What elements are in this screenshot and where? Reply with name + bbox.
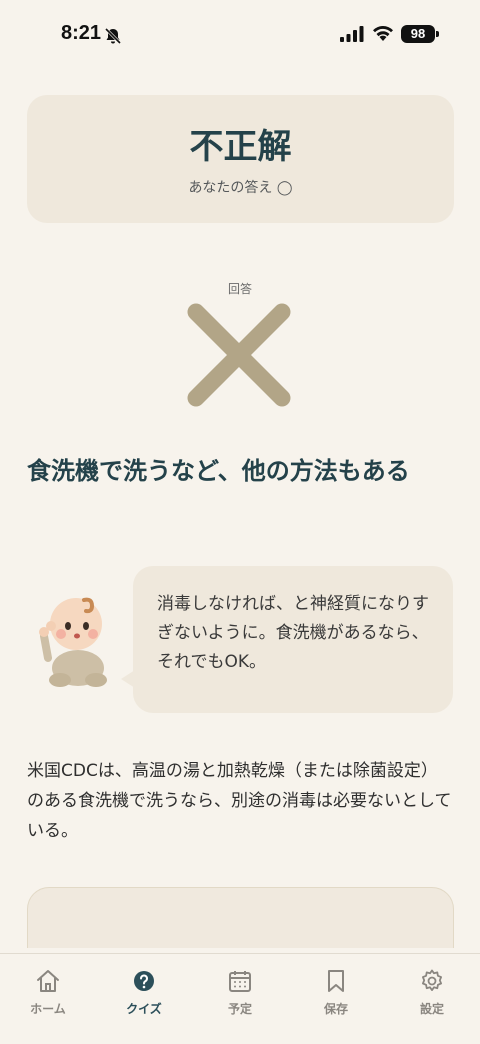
tab-saved-label: 保存 bbox=[323, 1002, 348, 1016]
status-time: 8:21 bbox=[61, 22, 102, 44]
answer-label: 回答 bbox=[227, 282, 252, 296]
your-answer-text: あなたの答え ◯ bbox=[188, 180, 293, 196]
explanation-body: 米国CDCは、高温の湯と加熱乾燥（または除菌設定）のある食洗機で洗うなら、別途の… bbox=[27, 761, 452, 841]
wifi-icon bbox=[373, 25, 393, 41]
cross-mark-icon bbox=[187, 303, 291, 407]
status-bar: 8:21 98 bbox=[0, 0, 480, 70]
quiz-icon bbox=[134, 971, 154, 991]
battery-tip bbox=[436, 31, 439, 37]
tab-home[interactable]: ホーム bbox=[8, 968, 88, 1017]
tab-settings-label: 設定 bbox=[419, 1002, 444, 1016]
signal-icon bbox=[340, 26, 364, 42]
tab-schedule[interactable]: 予定 bbox=[200, 968, 280, 1017]
tab-quiz-label: クイズ bbox=[126, 1002, 162, 1016]
home-icon bbox=[37, 970, 59, 992]
tab-bar: ホーム クイズ 予定 保存 設定 bbox=[0, 953, 480, 1044]
result-card: 不正解 あなたの答え ◯ bbox=[27, 95, 454, 223]
speech-text: 消毒しなければ、と神経質になりすぎないように。食洗機があるなら、それでもOK。 bbox=[157, 594, 429, 672]
tab-schedule-label: 予定 bbox=[227, 1002, 252, 1016]
bell-off-icon bbox=[104, 27, 122, 45]
battery-indicator: 98 bbox=[401, 25, 435, 43]
tab-home-label: ホーム bbox=[30, 1002, 66, 1016]
result-title: 不正解 bbox=[189, 127, 292, 167]
next-card[interactable] bbox=[27, 887, 454, 948]
tab-saved[interactable]: 保存 bbox=[296, 968, 376, 1017]
tab-quiz[interactable]: クイズ bbox=[104, 968, 184, 1017]
bookmark-icon bbox=[328, 970, 344, 992]
baby-icon bbox=[39, 597, 107, 687]
settings-icon bbox=[422, 969, 442, 991]
calendar-icon bbox=[229, 971, 251, 992]
tab-settings[interactable]: 設定 bbox=[392, 968, 472, 1017]
explanation-headline: 食洗機で洗うなど、他の方法もある bbox=[27, 457, 410, 485]
speech-bubble: 消毒しなければ、と神経質になりすぎないように。食洗機があるなら、それでもOK。 bbox=[133, 566, 453, 713]
